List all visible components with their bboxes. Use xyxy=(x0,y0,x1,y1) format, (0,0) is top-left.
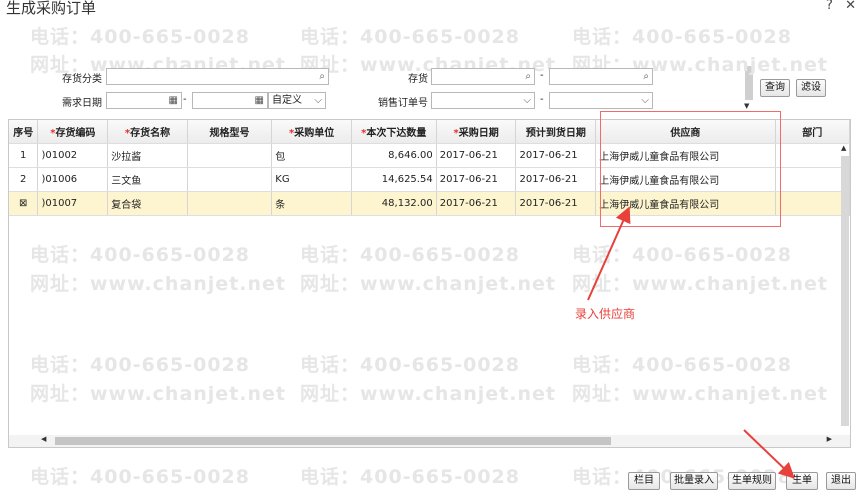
arrow-to-vendor xyxy=(587,206,631,301)
arrow-to-generate xyxy=(743,429,795,479)
annotation-arrows xyxy=(587,206,795,479)
